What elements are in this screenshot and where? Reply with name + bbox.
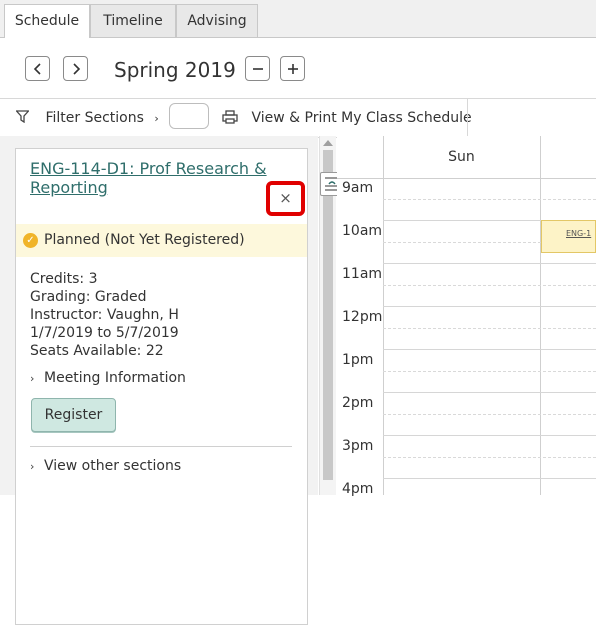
status-text: Planned (Not Yet Registered) bbox=[44, 232, 245, 248]
zoom-out-button[interactable] bbox=[245, 56, 270, 81]
close-icon: × bbox=[279, 189, 292, 207]
view-other-sections-toggle[interactable]: › View other sections bbox=[30, 458, 181, 474]
hour-line bbox=[383, 263, 596, 264]
course-title-link[interactable]: ENG-114-D1: Prof Research & Reporting bbox=[30, 159, 270, 197]
hour-line bbox=[383, 435, 596, 436]
plus-icon bbox=[287, 64, 298, 74]
minus-icon bbox=[252, 68, 263, 70]
chevron-left-icon bbox=[33, 63, 41, 75]
meeting-information-label: Meeting Information bbox=[44, 370, 186, 386]
divider bbox=[30, 446, 292, 447]
day-header-sun: Sun bbox=[448, 149, 475, 165]
print-schedule-button[interactable]: View & Print My Class Schedule bbox=[222, 99, 472, 137]
tab-schedule[interactable]: Schedule bbox=[4, 4, 90, 38]
time-label-12pm: 12pm bbox=[342, 309, 383, 325]
check-circle-icon: ✓ bbox=[23, 233, 38, 248]
calendar-grid: Sun 9am 10am 11am 12pm 1pm 2pm 3pm 4pm E… bbox=[337, 136, 596, 497]
remove-course-button[interactable]: × bbox=[266, 181, 305, 216]
time-label-1pm: 1pm bbox=[342, 352, 374, 368]
course-panel: ENG-114-D1: Prof Research & Reporting × … bbox=[0, 136, 318, 625]
toolbar: Filter Sections › View & Print My Class … bbox=[0, 98, 596, 138]
scroll-thumb[interactable] bbox=[323, 150, 333, 480]
half-hour-line bbox=[383, 371, 596, 372]
grading-text: Grading: Graded bbox=[30, 289, 147, 305]
half-hour-line bbox=[383, 328, 596, 329]
time-label-3pm: 3pm bbox=[342, 438, 374, 454]
tab-timeline[interactable]: Timeline bbox=[90, 4, 176, 37]
filter-sections-label: Filter Sections bbox=[45, 110, 144, 126]
tab-advising[interactable]: Advising bbox=[176, 4, 258, 37]
chevron-right-icon bbox=[72, 63, 80, 75]
next-term-button[interactable] bbox=[63, 56, 88, 81]
calendar-header: Sun bbox=[337, 136, 596, 179]
time-label-2pm: 2pm bbox=[342, 395, 374, 411]
hour-line bbox=[383, 306, 596, 307]
filter-sections-button[interactable]: Filter Sections › bbox=[15, 99, 159, 137]
register-button[interactable]: Register bbox=[31, 398, 116, 432]
hour-line bbox=[383, 478, 596, 479]
time-label-9am: 9am bbox=[342, 180, 374, 196]
time-label-10am: 10am bbox=[342, 223, 383, 239]
credits-text: Credits: 3 bbox=[30, 271, 98, 287]
meeting-information-toggle[interactable]: › Meeting Information bbox=[30, 370, 186, 386]
day-separator bbox=[540, 136, 541, 495]
zoom-in-button[interactable] bbox=[280, 56, 305, 81]
status-badge: ✓ Planned (Not Yet Registered) bbox=[16, 224, 307, 257]
calendar-event[interactable]: ENG-1 bbox=[541, 220, 596, 253]
printer-icon bbox=[222, 110, 238, 124]
half-hour-line bbox=[383, 457, 596, 458]
hour-line bbox=[383, 392, 596, 393]
course-card: ENG-114-D1: Prof Research & Reporting × … bbox=[15, 148, 308, 625]
tab-bar: Schedule Timeline Advising bbox=[0, 0, 596, 38]
date-range-text: 1/7/2019 to 5/7/2019 bbox=[30, 325, 179, 341]
print-schedule-label: View & Print My Class Schedule bbox=[251, 110, 472, 126]
instructor-text: Instructor: Vaughn, H bbox=[30, 307, 179, 323]
half-hour-line bbox=[383, 285, 596, 286]
previous-term-button[interactable] bbox=[25, 56, 50, 81]
toolbar-blank-button[interactable] bbox=[169, 103, 209, 129]
filter-icon bbox=[15, 110, 30, 124]
term-title: Spring 2019 bbox=[114, 58, 236, 82]
half-hour-line bbox=[383, 414, 596, 415]
half-hour-line bbox=[383, 199, 596, 200]
chevron-right-icon: › bbox=[30, 460, 35, 473]
time-label-11am: 11am bbox=[342, 266, 383, 282]
hour-line bbox=[383, 349, 596, 350]
chevron-right-icon: › bbox=[30, 372, 35, 385]
seats-text: Seats Available: 22 bbox=[30, 343, 164, 359]
chevron-right-icon: › bbox=[154, 112, 159, 125]
course-details: Credits: 3 Grading: Graded Instructor: V… bbox=[30, 270, 179, 360]
toolbar-divider bbox=[467, 99, 468, 137]
scroll-up-arrow-icon[interactable] bbox=[323, 140, 333, 146]
view-other-sections-label: View other sections bbox=[44, 458, 182, 474]
